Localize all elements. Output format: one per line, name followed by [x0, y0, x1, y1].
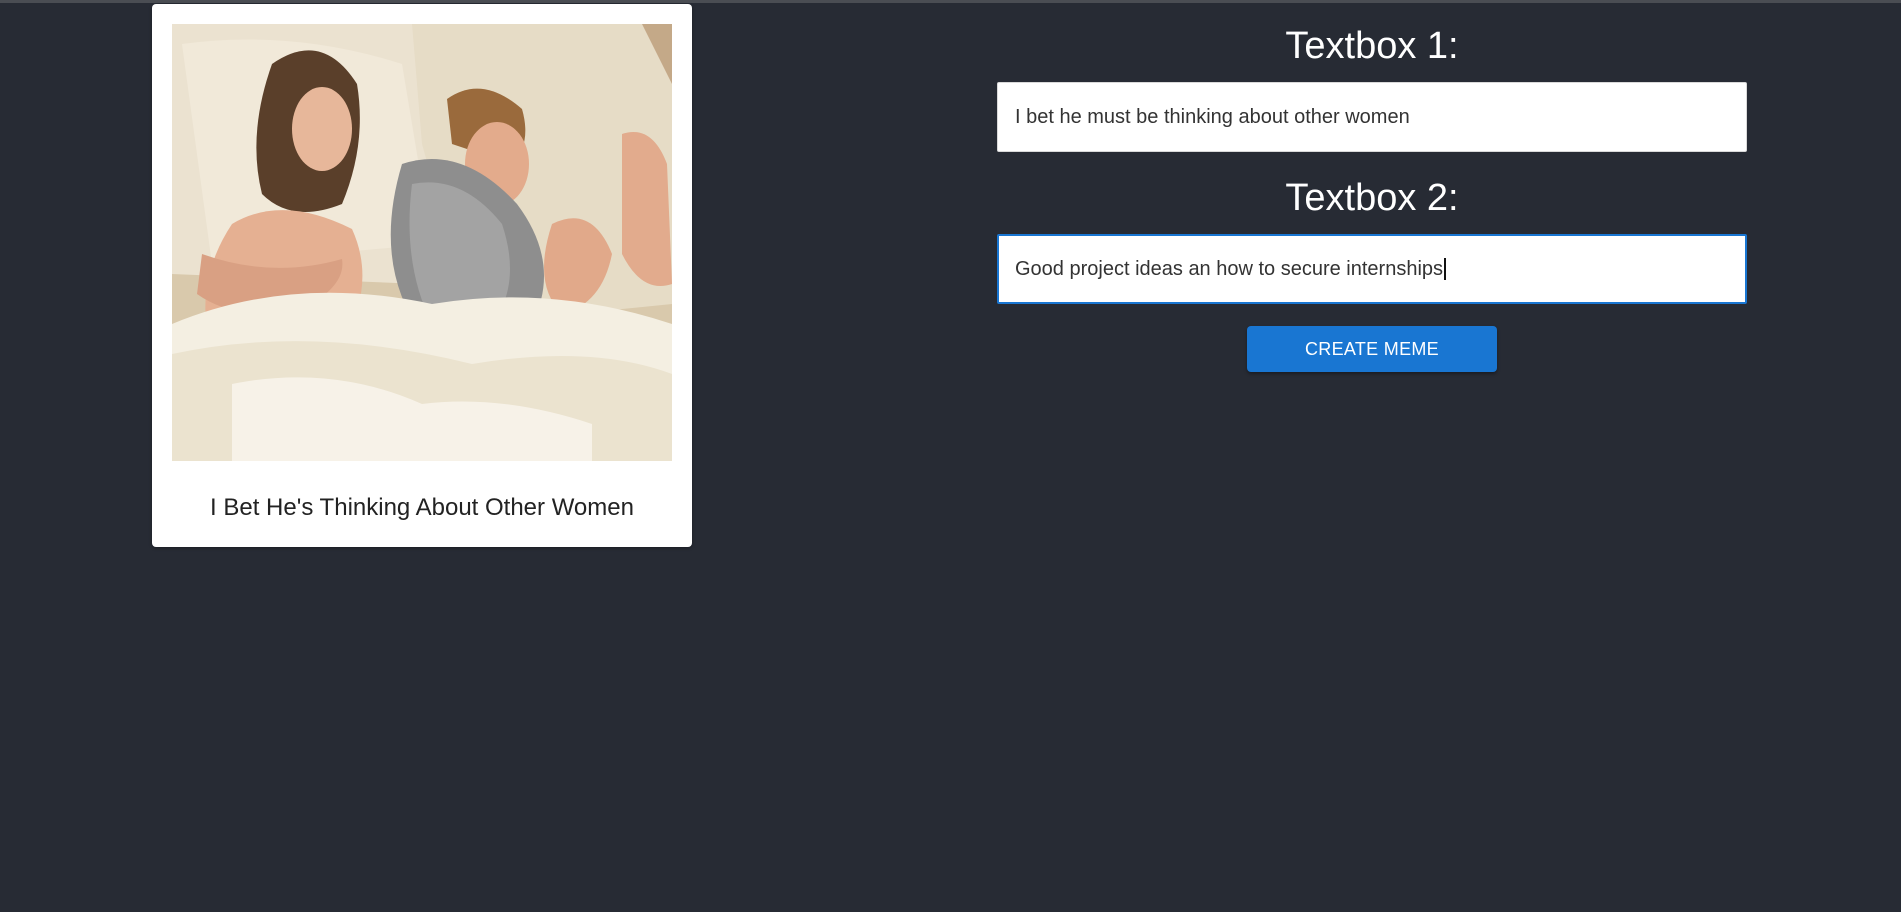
- meme-form: Textbox 1: I bet he must be thinking abo…: [997, 20, 1747, 372]
- textbox1-value: I bet he must be thinking about other wo…: [1015, 105, 1410, 128]
- textbox2-label: Textbox 2:: [1285, 177, 1459, 219]
- textbox2-input[interactable]: Good project ideas an how to secure inte…: [997, 234, 1747, 304]
- button-row: CREATE MEME: [997, 326, 1747, 372]
- textbox2-value: Good project ideas an how to secure inte…: [1015, 257, 1444, 280]
- meme-image: [172, 24, 672, 461]
- meme-card-title: I Bet He's Thinking About Other Women: [210, 494, 634, 521]
- text-caret: [1444, 258, 1447, 280]
- textbox1-input[interactable]: I bet he must be thinking about other wo…: [997, 82, 1747, 152]
- meme-card[interactable]: I Bet He's Thinking About Other Women: [152, 4, 692, 547]
- create-meme-button[interactable]: CREATE MEME: [1247, 326, 1497, 372]
- meme-image-graphic: [172, 24, 672, 461]
- textbox1-label: Textbox 1:: [1285, 25, 1459, 67]
- window-top-border: [0, 0, 1901, 3]
